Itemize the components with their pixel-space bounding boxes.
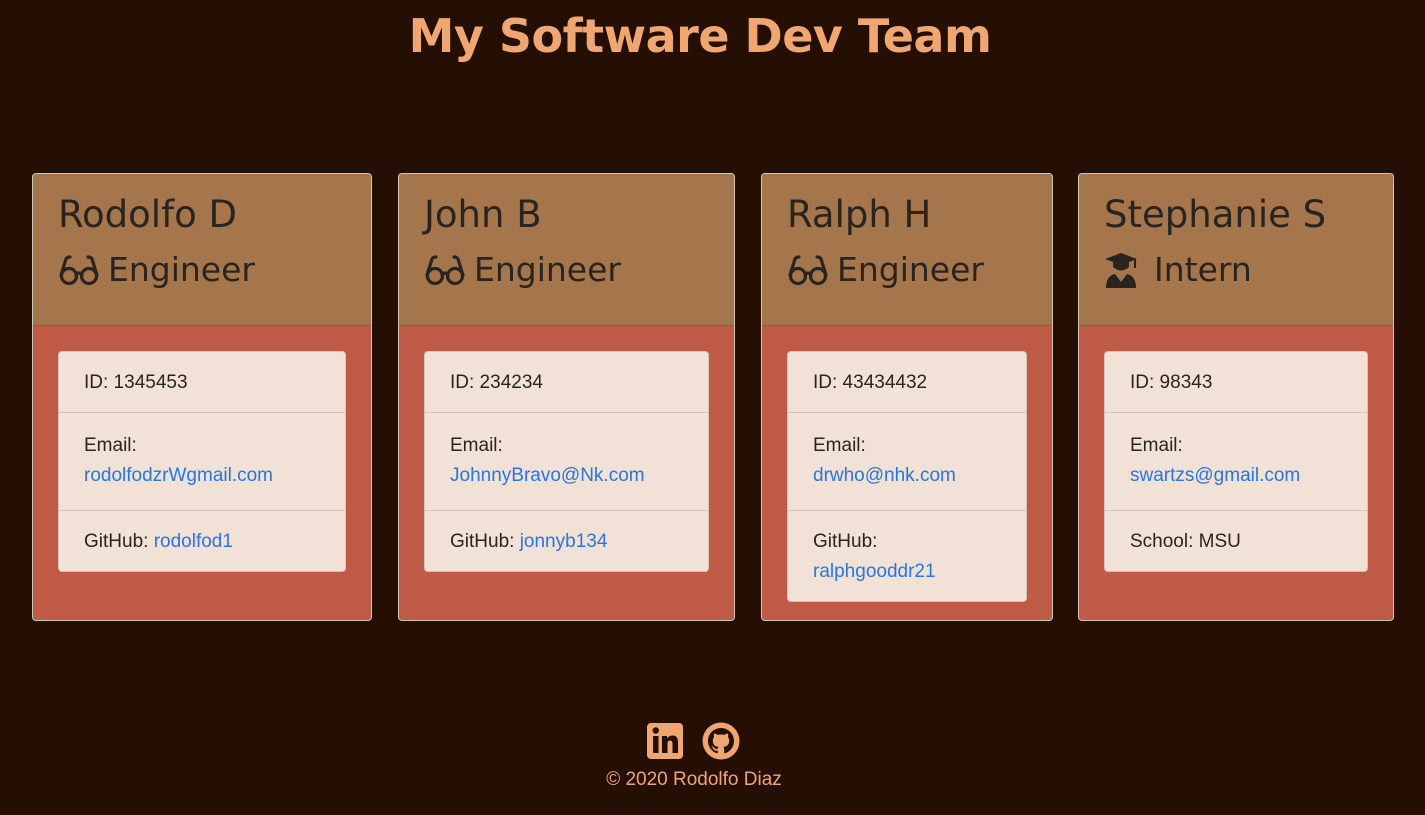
employee-card: John B Engineer ID: 234234 Email: Johnny… bbox=[398, 173, 735, 621]
list-item-github: GitHub: rodolfod1 bbox=[59, 511, 345, 571]
list-item-id: ID: 98343 bbox=[1105, 352, 1367, 413]
list-item-github: GitHub: ralphgooddr21 bbox=[788, 511, 1026, 601]
list-item-email: Email: JohnnyBravo@Nk.com bbox=[425, 413, 708, 511]
role-label: Engineer bbox=[837, 250, 984, 289]
github-label: GitHub: bbox=[84, 531, 154, 552]
glasses-icon bbox=[58, 252, 100, 288]
employee-name: Ralph H bbox=[787, 193, 932, 236]
github-link[interactable]: jonnyb134 bbox=[520, 531, 608, 552]
list-item-email: Email: swartzs@gmail.com bbox=[1105, 413, 1367, 511]
email-label: Email: bbox=[84, 435, 137, 456]
github-label: GitHub: bbox=[813, 531, 878, 552]
info-list: ID: 234234 Email: JohnnyBravo@Nk.com Git… bbox=[424, 351, 709, 572]
linkedin-icon[interactable] bbox=[646, 722, 684, 760]
card-header: Rodolfo D Engineer bbox=[33, 174, 371, 326]
list-item-id: ID: 234234 bbox=[425, 352, 708, 413]
employee-name: Stephanie S bbox=[1104, 193, 1327, 236]
employee-role: Intern bbox=[1104, 250, 1393, 290]
footer-icons bbox=[646, 722, 740, 760]
email-label: Email: bbox=[1130, 435, 1183, 456]
role-label: Engineer bbox=[474, 250, 621, 289]
school-value: MSU bbox=[1198, 531, 1241, 552]
page-title: My Software Dev Team bbox=[408, 9, 992, 63]
github-label: GitHub: bbox=[450, 531, 520, 552]
employee-card: Stephanie S Intern ID: 98343 Email: swar… bbox=[1078, 173, 1394, 621]
list-item-id: ID: 43434432 bbox=[788, 352, 1026, 413]
github-link[interactable]: rodolfod1 bbox=[154, 531, 233, 552]
email-link[interactable]: rodolfodzrWgmail.com bbox=[84, 465, 273, 486]
glasses-icon bbox=[787, 252, 829, 288]
list-item-github: GitHub: jonnyb134 bbox=[425, 511, 708, 571]
email-label: Email: bbox=[450, 435, 503, 456]
copyright-text: © 2020 Rodolfo Diaz bbox=[606, 769, 782, 790]
employee-name: Rodolfo D bbox=[58, 193, 238, 236]
info-list: ID: 1345453 Email: rodolfodzrWgmail.com … bbox=[58, 351, 346, 572]
info-list: ID: 98343 Email: swartzs@gmail.com Schoo… bbox=[1104, 351, 1368, 572]
employee-role: Engineer bbox=[787, 250, 1052, 290]
page: My Software Dev Team Rodolfo D Engineer … bbox=[0, 0, 1425, 815]
employee-role: Engineer bbox=[58, 250, 371, 290]
employee-card: Ralph H Engineer ID: 43434432 Email: drw… bbox=[761, 173, 1053, 621]
github-link[interactable]: ralphgooddr21 bbox=[813, 561, 936, 582]
employee-role: Engineer bbox=[424, 250, 734, 290]
role-label: Engineer bbox=[108, 250, 255, 289]
card-header: John B Engineer bbox=[399, 174, 734, 326]
email-link[interactable]: drwho@nhk.com bbox=[813, 465, 956, 486]
info-list: ID: 43434432 Email: drwho@nhk.com GitHub… bbox=[787, 351, 1027, 602]
email-label: Email: bbox=[813, 435, 866, 456]
list-item-id: ID: 1345453 bbox=[59, 352, 345, 413]
role-label: Intern bbox=[1154, 250, 1252, 289]
card-header: Ralph H Engineer bbox=[762, 174, 1052, 326]
card-header: Stephanie S Intern bbox=[1079, 174, 1393, 326]
glasses-icon bbox=[424, 252, 466, 288]
school-label: School: bbox=[1130, 531, 1199, 552]
employee-card: Rodolfo D Engineer ID: 1345453 Email: ro… bbox=[32, 173, 372, 621]
email-link[interactable]: JohnnyBravo@Nk.com bbox=[450, 465, 645, 486]
email-link[interactable]: swartzs@gmail.com bbox=[1130, 465, 1300, 486]
list-item-school: School: MSU bbox=[1105, 511, 1367, 571]
list-item-email: Email: rodolfodzrWgmail.com bbox=[59, 413, 345, 511]
github-icon[interactable] bbox=[702, 722, 740, 760]
employee-name: John B bbox=[424, 193, 542, 236]
list-item-email: Email: drwho@nhk.com bbox=[788, 413, 1026, 511]
graduate-icon bbox=[1104, 252, 1146, 288]
